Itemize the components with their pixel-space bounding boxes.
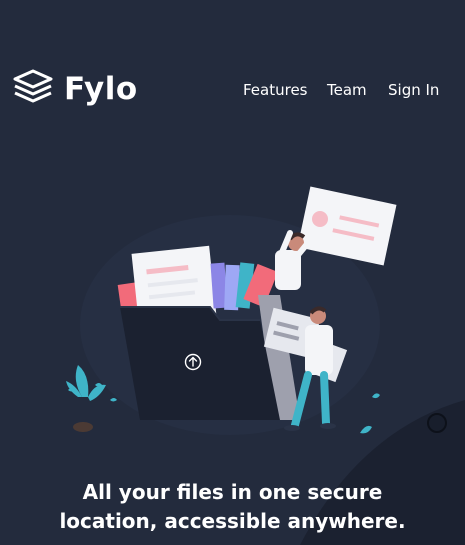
hero-headline: All your files in one secure location, a… [0, 478, 465, 536]
file-folder-illustration [66, 186, 397, 435]
hero-headline-line-1: All your files in one secure [82, 480, 383, 504]
main-nav: Features Team Sign In [0, 80, 465, 104]
nav-link-sign-in[interactable]: Sign In [388, 80, 439, 100]
site-header: Fylo Features Team Sign In [0, 0, 465, 180]
nav-link-team[interactable]: Team [327, 80, 367, 100]
nav-link-features[interactable]: Features [243, 80, 308, 100]
hero-headline-line-2: location, accessible anywhere. [59, 509, 406, 533]
scroll-indicator[interactable] [427, 413, 447, 433]
